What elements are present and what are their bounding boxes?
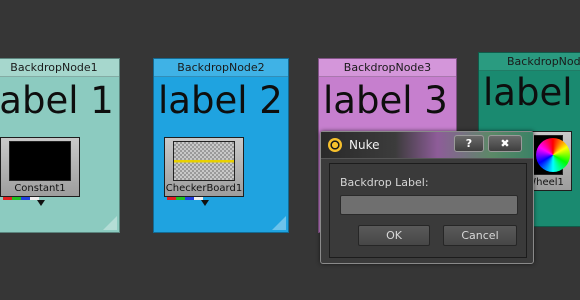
backdrop-label-input[interactable] xyxy=(340,195,518,215)
ok-button[interactable]: OK xyxy=(358,225,430,246)
output-arrow-icon[interactable] xyxy=(37,200,45,206)
backdrop-label: label 1 xyxy=(0,79,114,122)
nuke-icon xyxy=(328,138,342,152)
dialog-titlebar[interactable]: Nuke ? ✖ xyxy=(321,132,533,159)
color-wheel-icon xyxy=(536,138,570,172)
backdrop-title: BackdropNode2 xyxy=(154,59,288,77)
node-thumbnail-checkerboard xyxy=(173,141,235,181)
backdrop-title-text: BackdropNode4 xyxy=(507,55,580,68)
backdrop-title: BackdropNode1 xyxy=(0,59,119,77)
backdrop-label: label 3 xyxy=(323,79,448,122)
checkerboard-node[interactable]: CheckerBoard1 xyxy=(164,137,244,206)
help-button[interactable]: ? xyxy=(454,135,484,152)
constant-node[interactable]: Constant1 xyxy=(0,137,80,206)
backdrop-label-dialog: Nuke ? ✖ Backdrop Label: OK Cancel xyxy=(320,131,534,264)
node-thumbnail-black xyxy=(9,141,71,181)
close-button[interactable]: ✖ xyxy=(488,135,522,152)
channel-indicator xyxy=(167,197,203,200)
node-name: CheckerBoard1 xyxy=(165,183,243,194)
backdrop-label: label 2 xyxy=(158,79,283,122)
backdrop-title: BackdropNode4 xyxy=(479,53,580,71)
node-name: Constant1 xyxy=(14,183,66,194)
backdrop-title: BackdropNode3 xyxy=(319,59,456,77)
backdrop-label-caption: Backdrop Label: xyxy=(340,176,429,189)
dialog-title: Nuke xyxy=(349,138,380,152)
channel-indicator xyxy=(3,197,39,200)
output-arrow-icon[interactable] xyxy=(201,200,209,206)
cancel-button[interactable]: Cancel xyxy=(443,225,517,246)
backdrop-label: label 4 xyxy=(483,71,580,114)
resize-handle[interactable] xyxy=(103,216,117,230)
resize-handle[interactable] xyxy=(272,216,286,230)
dialog-panel: Backdrop Label: OK Cancel xyxy=(329,163,527,258)
